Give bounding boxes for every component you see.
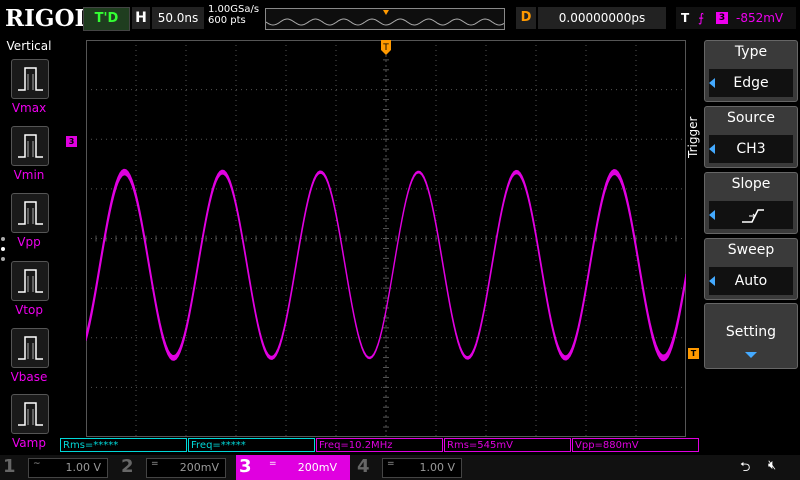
channel-bar: 1 ~1.00 V 2 = 200mV 3 = 200mV 4 = 1.00 V <box>0 455 800 480</box>
pulse-icon <box>11 261 49 301</box>
channel-4-button[interactable]: 4 = 1.00 V <box>354 455 468 480</box>
channel-number: 3 <box>239 456 252 477</box>
menu-slope-value <box>709 201 793 229</box>
coupling-icon: = <box>151 459 159 469</box>
pulse-icon <box>11 394 49 434</box>
channel-number: 1 <box>3 456 16 477</box>
measure-item-label: Vmax <box>11 101 47 115</box>
channel-scale: 1.00 V <box>65 461 101 474</box>
delay-value[interactable]: 0.00000000ps <box>538 7 666 29</box>
measurement-item[interactable]: Vpp=880mV <box>572 438 699 452</box>
measure-item-vmin[interactable]: Vmin <box>0 126 58 190</box>
menu-sweep-header: Sweep <box>727 242 775 258</box>
menu-source[interactable]: Source CH3 <box>704 106 798 168</box>
horizontal-label: H <box>132 7 150 29</box>
channel-scale: 200mV <box>297 461 337 474</box>
coupling-icon: ~ <box>33 459 41 469</box>
left-arrow-icon <box>709 78 715 88</box>
pulse-icon <box>11 193 49 233</box>
menu-type-value: Edge <box>709 69 793 97</box>
measurement-item[interactable]: Freq=10.2MHz <box>316 438 443 452</box>
trigger-label: T <box>681 11 690 25</box>
overview-svg <box>265 9 505 29</box>
channel-scale-box: = 1.00 V <box>382 458 462 478</box>
usb-icon: ⮌ <box>740 460 751 475</box>
measure-panel: Vertical Vmax Vmin Vpp Vtop Vbase Vamp <box>0 37 58 455</box>
memory-points: 600 pts <box>208 15 246 26</box>
measure-item-vbase[interactable]: Vbase <box>0 328 58 392</box>
menu-sweep-value: Auto <box>709 267 793 295</box>
waveform-display[interactable]: T <box>86 40 686 437</box>
graticule: T <box>86 40 686 437</box>
sample-rate-info: 1.00GSa/s 600 pts <box>208 4 259 26</box>
left-arrow-icon <box>709 210 715 220</box>
channel-scale-box: = 200mV <box>146 458 226 478</box>
trigger-menu: Trigger Type Edge Source CH3 Slope Sweep… <box>686 37 800 455</box>
ch3-offset-label[interactable]: 3 <box>66 136 77 147</box>
trigger-position-marker[interactable]: T <box>381 40 391 55</box>
measurement-bar: Rms=***** Freq=***** Freq=10.2MHz Rms=545mV… <box>60 438 700 452</box>
sample-rate: 1.00GSa/s <box>208 4 260 15</box>
measurement-item[interactable]: Rms=545mV <box>444 438 571 452</box>
channel-scale: 1.00 V <box>419 461 455 474</box>
measure-item-vamp[interactable]: Vamp <box>0 394 58 458</box>
measure-item-vpp[interactable]: Vpp <box>0 193 58 257</box>
channel-number: 4 <box>357 456 370 477</box>
pulse-icon <box>11 126 49 166</box>
menu-slope-header: Slope <box>731 176 771 192</box>
measurement-item[interactable]: Freq=***** <box>188 438 315 452</box>
measure-panel-title: Vertical <box>6 39 52 53</box>
top-status-bar: RIGOL T'D H 50.0ns 1.00GSa/s 600 pts D 0… <box>0 0 800 36</box>
menu-setting[interactable]: Setting <box>704 303 798 369</box>
measurement-item[interactable]: Rms=***** <box>60 438 187 452</box>
rising-slope-icon <box>742 209 764 223</box>
measure-item-vmax[interactable]: Vmax <box>0 59 58 123</box>
menu-side-title: Trigger <box>686 116 700 158</box>
trigger-level-label[interactable]: T <box>688 348 699 359</box>
trigger-source-badge: 3 <box>716 12 728 24</box>
measure-item-label: Vmin <box>13 168 45 182</box>
pulse-icon <box>11 328 49 368</box>
left-arrow-icon <box>709 144 715 154</box>
rising-edge-icon: ⨍ <box>698 11 705 25</box>
measure-item-label: Vtop <box>15 303 43 317</box>
measure-item-label: Vpp <box>17 235 41 249</box>
delay-label: D <box>516 7 536 29</box>
menu-type-header: Type <box>734 44 768 60</box>
coupling-icon: = <box>387 459 395 469</box>
channel-3-button[interactable]: 3 = 200mV <box>236 455 350 480</box>
trigger-level: -852mV <box>736 11 784 25</box>
brand-logo: RIGOL <box>5 5 91 32</box>
channel-scale-box: ~1.00 V <box>28 458 108 478</box>
menu-type[interactable]: Type Edge <box>704 40 798 102</box>
measure-item-label: Vamp <box>12 436 46 450</box>
channel-scale: 200mV <box>179 461 219 474</box>
menu-slope[interactable]: Slope <box>704 172 798 234</box>
channel-number: 2 <box>121 456 134 477</box>
menu-setting-label: Setting <box>725 324 777 340</box>
measure-item-vtop[interactable]: Vtop <box>0 261 58 325</box>
trigger-status[interactable]: T ⨍ 3 -852mV <box>676 7 796 29</box>
channel-scale-box: = 200mV <box>264 458 344 478</box>
mute-speaker-icon[interactable]: 🔇︎ <box>768 458 776 473</box>
measure-item-label: Vbase <box>10 370 48 384</box>
pulse-icon <box>11 59 49 99</box>
channel-1-button[interactable]: 1 ~1.00 V <box>0 455 114 480</box>
run-status-badge[interactable]: T'D <box>83 7 130 31</box>
left-arrow-icon <box>709 276 715 286</box>
trigger-position-label: T <box>382 43 389 53</box>
menu-sweep[interactable]: Sweep Auto <box>704 238 798 300</box>
menu-source-header: Source <box>726 110 776 126</box>
channel-2-button[interactable]: 2 = 200mV <box>118 455 232 480</box>
menu-source-value: CH3 <box>709 135 793 163</box>
waveform-overview <box>265 8 505 30</box>
timebase-value[interactable]: 50.0ns <box>152 7 204 29</box>
coupling-icon: = <box>269 459 277 469</box>
down-arrow-icon <box>745 352 757 358</box>
